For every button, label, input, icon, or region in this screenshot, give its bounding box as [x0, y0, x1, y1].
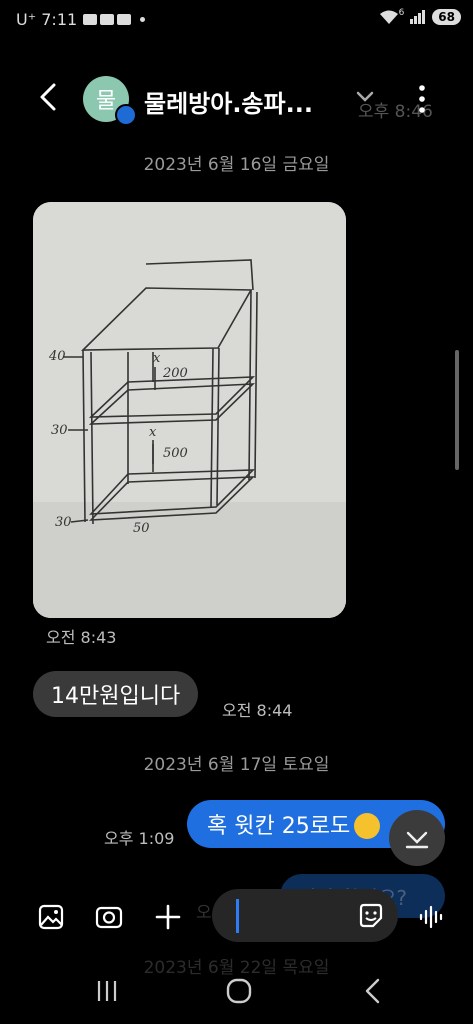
sticker-icon[interactable] — [357, 902, 385, 930]
status-left: U⁺ 7:11 — [16, 10, 146, 29]
message-time: 오후 1:09 — [104, 829, 175, 848]
wifi-badge: 6 — [398, 8, 405, 18]
sketch-label: 200 — [162, 366, 188, 381]
message-text: 14만원입니다 — [51, 684, 181, 709]
message-time: 오전 8:44 — [222, 701, 293, 720]
message-time: 오전 8:43 — [46, 628, 117, 647]
shelf-sketch-image: 40 30 30 50 200 500 x x — [33, 202, 346, 618]
date-separator: 2023년 6월 16일 금요일 — [143, 155, 330, 175]
gallery-icon[interactable] — [37, 903, 65, 931]
raised-eyebrow-emoji-icon — [354, 813, 381, 839]
voice-wave-icon[interactable] — [418, 903, 446, 931]
camera-icon[interactable] — [95, 903, 123, 931]
text-cursor — [236, 899, 239, 933]
chat-title[interactable]: 물레방아.송파... — [144, 84, 313, 119]
sketch-label: 30 — [51, 423, 68, 438]
status-bar: U⁺ 7:11 6 68 — [0, 0, 473, 44]
avatar-badge — [115, 104, 137, 126]
date-separator: 2023년 6월 17일 토요일 — [143, 755, 330, 775]
message-text: 혹 윗칸 25로도 — [207, 814, 351, 839]
notification-icons — [83, 14, 146, 25]
partially-hidden-time: 오 — [196, 903, 212, 923]
more-notifications-dot-icon — [140, 17, 146, 22]
sketch-label: 500 — [163, 446, 188, 461]
youtube-icon-2 — [117, 14, 132, 25]
recent-apps-icon[interactable] — [94, 978, 120, 1004]
sketch-label: 40 — [48, 349, 66, 364]
scroll-down-icon — [405, 831, 429, 849]
back-nav-icon[interactable] — [360, 977, 386, 1005]
battery-indicator: 68 — [432, 9, 461, 25]
avatar-letter: 물 — [95, 89, 117, 114]
scrollbar[interactable] — [455, 350, 459, 470]
youtube-icon — [100, 14, 115, 25]
home-icon[interactable] — [225, 977, 253, 1005]
sketch-label: 30 — [55, 515, 72, 530]
status-right: 6 68 — [379, 8, 461, 25]
plus-icon[interactable] — [154, 903, 182, 931]
sketch-label: x — [153, 351, 161, 366]
system-navigation-bar — [0, 960, 473, 1024]
signal-icon — [410, 10, 426, 24]
incoming-message[interactable]: 14만원입니다 — [33, 671, 199, 717]
app-notification-icon — [83, 14, 98, 25]
carrier-time: U⁺ 7:11 — [16, 10, 78, 29]
sketch-label: 50 — [133, 521, 150, 536]
more-vertical-icon[interactable] — [412, 82, 432, 116]
scroll-down-button[interactable] — [389, 810, 445, 866]
chevron-down-icon[interactable] — [354, 88, 376, 106]
photo-message[interactable]: 40 30 30 50 200 500 x x — [33, 202, 346, 618]
wifi-icon — [379, 10, 398, 24]
back-chevron-icon[interactable] — [34, 82, 62, 112]
sketch-label: x — [149, 425, 157, 440]
